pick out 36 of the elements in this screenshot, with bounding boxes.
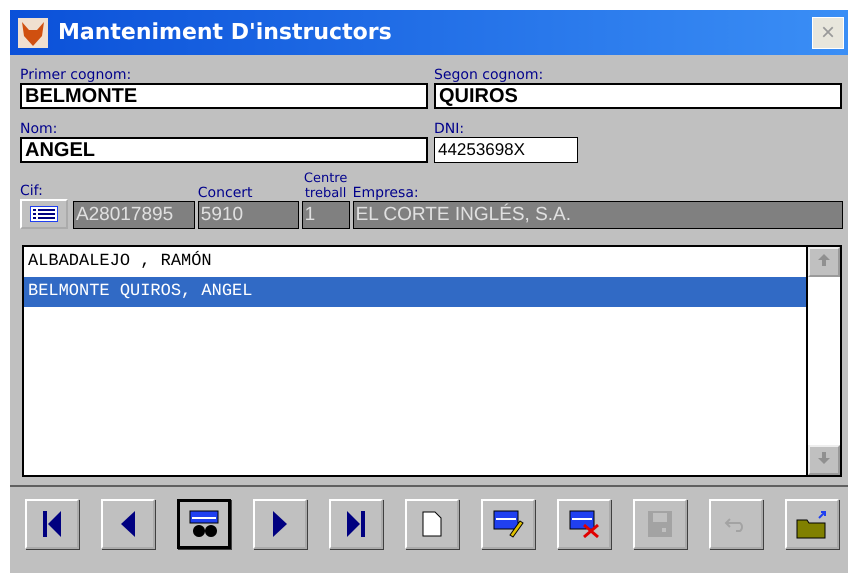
folder-icon	[795, 508, 829, 540]
scrollbar[interactable]	[806, 247, 840, 475]
list-button[interactable]	[20, 199, 68, 229]
scroll-down-button[interactable]	[808, 445, 840, 475]
first-record-icon	[43, 511, 61, 537]
field-label: Segon cognom:	[434, 67, 544, 83]
field-label: Nom:	[20, 121, 58, 137]
input-field[interactable]: ANGEL	[20, 137, 428, 163]
field-label: Cif:	[20, 183, 44, 199]
list-icon	[30, 206, 58, 222]
company-field: EL CORTE INGLÉS, S.A.	[352, 201, 843, 229]
down-arrow-icon	[817, 450, 831, 464]
previous-icon	[121, 511, 135, 537]
field-label: Empresa:	[352, 185, 420, 201]
field-label: Concert	[198, 185, 254, 201]
concert-field: 5910	[198, 201, 299, 229]
toolbar-button[interactable]	[177, 499, 231, 549]
up-arrow-icon	[817, 252, 831, 266]
field-label: DNI:	[434, 121, 466, 137]
table-pencil-icon	[492, 509, 524, 539]
centre-field: 1	[302, 201, 350, 229]
document-icon	[422, 511, 442, 537]
input-field[interactable]: BELMONTE	[20, 83, 428, 109]
field-label: Centre treball	[302, 171, 348, 201]
window-title: Manteniment D'instructors	[58, 20, 393, 45]
table-delete-icon	[568, 509, 600, 539]
input-field[interactable]: 44253698X	[434, 137, 578, 163]
scroll-up-button[interactable]	[808, 247, 840, 277]
last-record-icon	[347, 511, 365, 537]
binoculars-icon	[188, 509, 220, 539]
next-icon	[273, 511, 287, 537]
cif-field: A28017895	[72, 201, 195, 229]
fox-icon	[18, 18, 48, 48]
field-label: Primer cognom:	[20, 67, 132, 83]
list-item[interactable]: BELMONTE QUIROS, ANGEL	[24, 277, 806, 307]
input-field[interactable]: QUIROS	[434, 83, 842, 109]
